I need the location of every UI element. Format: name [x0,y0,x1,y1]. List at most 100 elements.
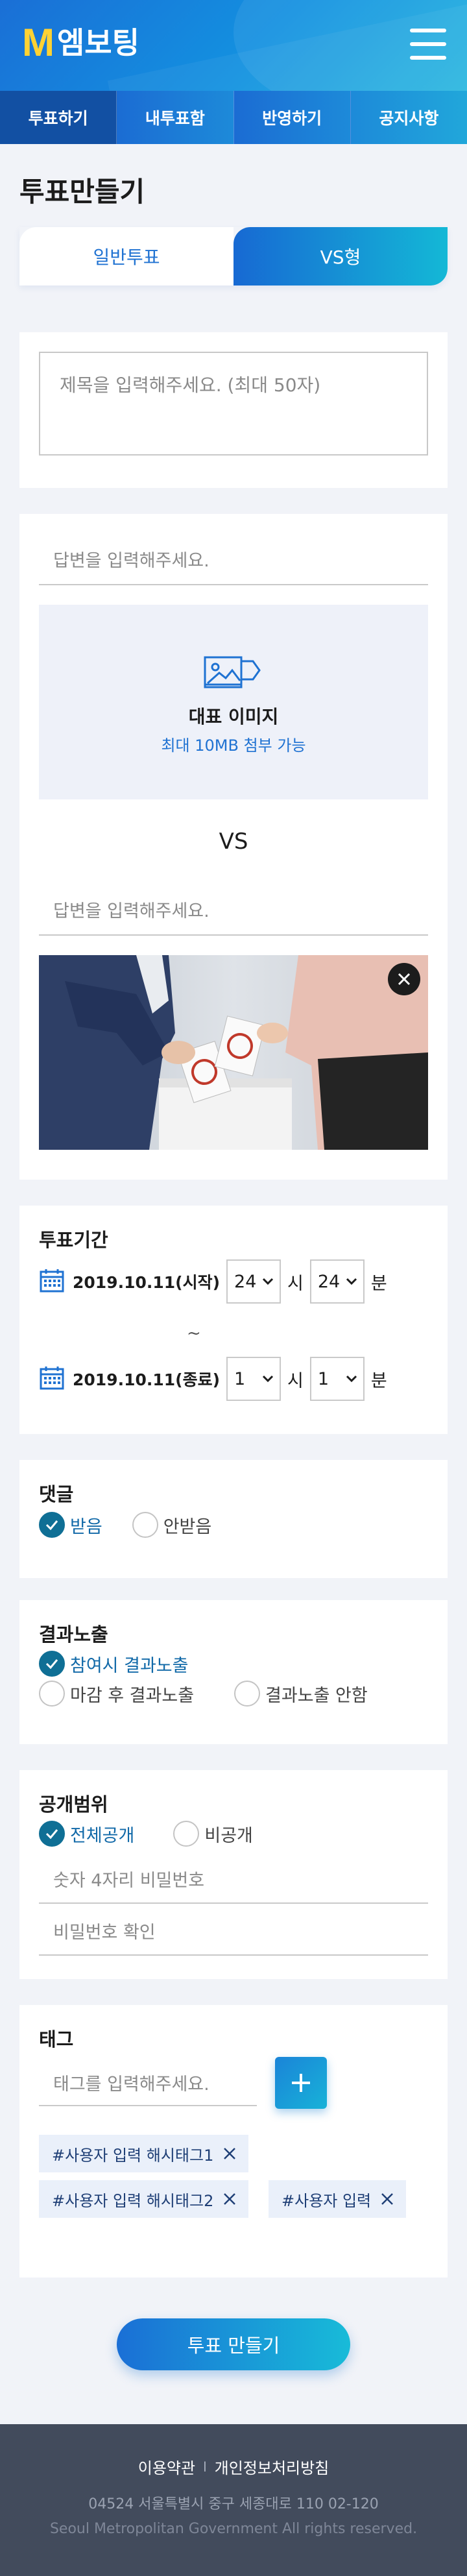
results-hidden-label: 결과노출 안함 [265,1685,368,1706]
visibility-private-label: 비공개 [204,1825,253,1846]
end-minute-value: 1 [317,1368,329,1389]
end-hour-unit: 시 [287,1370,304,1391]
results-after-close-radio[interactable]: 마감 후 결과노출 [39,1681,194,1707]
chevron-down-icon [262,1375,274,1383]
start-hour-select[interactable]: 24 [226,1259,281,1304]
results-title: 결과노출 [39,1623,108,1646]
radio-circle-icon [173,1821,200,1847]
logo-text: 엠보팅 [56,25,139,60]
title-input[interactable]: 제목을 입력해주세요. (최대 50자) [39,352,428,456]
tab-reflect[interactable]: 반영하기 [234,91,351,144]
chevron-down-icon [346,1278,357,1285]
check-icon [39,1821,65,1847]
footer: 이용약관 l 개인정보처리방침 04524 서울특별시 중구 세종대로 110 … [0,2424,467,2576]
comments-reject-label: 안받음 [163,1516,212,1537]
close-icon[interactable] [388,963,420,995]
footer-copyright: Seoul Metropolitan Government All rights… [49,2521,418,2537]
period-tilde: ~ [187,1324,201,1343]
password-confirm-input[interactable]: 비밀번호 확인 [39,1906,428,1956]
main-nav: 투표하기 내투표함 반영하기 공지사항 [0,91,467,144]
period-title: 투표기간 [39,1229,108,1251]
page-title: 투표만들기 [19,176,145,208]
results-card: 결과노출 참여시 결과노출 마감 후 결과노출 결과노출 안함 [19,1600,448,1744]
tag-chip[interactable]: #사용자 입력 해시태그2 [39,2180,249,2218]
start-date[interactable]: 2019.10.11(시작) [73,1270,220,1293]
close-icon [224,2148,236,2159]
tag-chip[interactable]: #사용자 입력 [269,2180,407,2218]
upload-subtitle: 최대 10MB 첨부 가능 [161,736,306,755]
vote-type-normal-button[interactable]: 일반투표 [19,227,234,286]
visibility-private-radio[interactable]: 비공개 [173,1821,253,1847]
tab-my-votes[interactable]: 내투표함 [117,91,234,144]
start-minute-value: 24 [317,1271,341,1292]
comments-card: 댓글 받음 안받음 [19,1460,448,1578]
add-tag-button[interactable] [275,2057,327,2109]
results-hidden-radio[interactable]: 결과노출 안함 [234,1681,368,1707]
plus-icon [292,2074,310,2092]
calendar-icon[interactable] [39,1365,65,1393]
vote-type-vs-button[interactable]: VS형 [234,227,448,286]
create-vote-button[interactable]: 투표 만들기 [117,2318,350,2370]
period-card: 투표기간 2019.10.11(시작) 24 시 24 분 ~ 2019.10.… [19,1206,448,1434]
end-hour-select[interactable]: 1 [226,1357,281,1401]
start-hour-unit: 시 [287,1273,304,1294]
image-upload-icon [202,650,265,694]
logo[interactable]: M 엠보팅 [22,23,139,62]
chevron-down-icon [262,1278,274,1285]
visibility-options: 전체공개 비공개 [39,1821,283,1847]
start-minute-unit: 분 [370,1273,387,1294]
upload-title: 대표 이미지 [188,705,279,727]
tag-chip-label: #사용자 입력 해시태그2 [52,2191,214,2210]
vote-type-toggle: 일반투표 VS형 [19,227,448,286]
answers-card: 답변을 입력해주세요. 대표 이미지 최대 10MB 첨부 가능 VS 답변을 … [19,514,448,1180]
tags-title: 태그 [39,2028,74,2050]
privacy-link[interactable]: 개인정보처리방침 [215,2455,329,2478]
end-date[interactable]: 2019.10.11(종료) [73,1367,220,1391]
footer-address: 04524 서울특별시 중구 세종대로 110 02-120 [88,2496,379,2512]
check-icon [39,1512,65,1538]
comments-title: 댓글 [39,1483,74,1505]
visibility-public-radio[interactable]: 전체공개 [39,1821,134,1847]
tag-input[interactable]: 태그를 입력해주세요. [39,2060,257,2106]
answer2-input[interactable]: 답변을 입력해주세요. [39,884,428,936]
tag-chip-label: #사용자 입력 해시태그1 [52,2146,214,2165]
tag-chip[interactable]: #사용자 입력 해시태그1 [39,2135,249,2172]
close-icon [224,2193,236,2205]
tab-notice[interactable]: 공지사항 [350,91,467,144]
footer-links: 이용약관 l 개인정보처리방침 [0,2455,467,2478]
chevron-down-icon [346,1375,357,1383]
tab-vote[interactable]: 투표하기 [0,91,117,144]
end-minute-select[interactable]: 1 [309,1357,365,1401]
footer-separator: l [203,2459,207,2475]
results-options-row2: 마감 후 결과노출 결과노출 안함 [39,1681,398,1707]
uploaded-photo [39,955,428,1150]
app-header: M 엠보팅 [0,0,467,91]
radio-circle-icon [39,1681,65,1707]
end-hour-value: 1 [234,1368,246,1389]
hamburger-menu-icon[interactable] [410,29,446,60]
tag-chip-label: #사용자 입력 [281,2191,372,2210]
answer1-input[interactable]: 답변을 입력해주세요. [39,533,428,585]
visibility-card: 공개범위 전체공개 비공개 숫자 4자리 비밀번호 비밀번호 확인 [19,1770,448,1979]
close-icon [381,2193,394,2205]
results-after-close-label: 마감 후 결과노출 [70,1685,195,1706]
visibility-public-label: 전체공개 [70,1825,135,1846]
logo-mark: M [22,21,54,64]
results-options-row1: 참여시 결과노출 [39,1651,218,1677]
start-minute-select[interactable]: 24 [309,1259,365,1304]
comments-reject-radio[interactable]: 안받음 [132,1512,212,1538]
results-on-participate-radio[interactable]: 참여시 결과노출 [39,1651,188,1677]
check-icon [39,1651,65,1677]
tags-card: 태그 태그를 입력해주세요. #사용자 입력 해시태그1 #사용자 입력 해시태… [19,2005,448,2278]
radio-circle-icon [234,1681,261,1707]
comments-accept-label: 받음 [70,1516,102,1537]
period-start-row: 2019.10.11(시작) 24 시 24 분 [39,1259,394,1304]
comments-accept-radio[interactable]: 받음 [39,1512,102,1538]
calendar-icon[interactable] [39,1267,65,1296]
terms-link[interactable]: 이용약관 [138,2455,195,2478]
password-input[interactable]: 숫자 4자리 비밀번호 [39,1854,428,1904]
image-upload-area[interactable]: 대표 이미지 최대 10MB 첨부 가능 [39,605,428,799]
comments-options: 받음 안받음 [39,1512,241,1538]
start-hour-value: 24 [234,1271,257,1292]
visibility-title: 공개범위 [39,1793,108,1816]
